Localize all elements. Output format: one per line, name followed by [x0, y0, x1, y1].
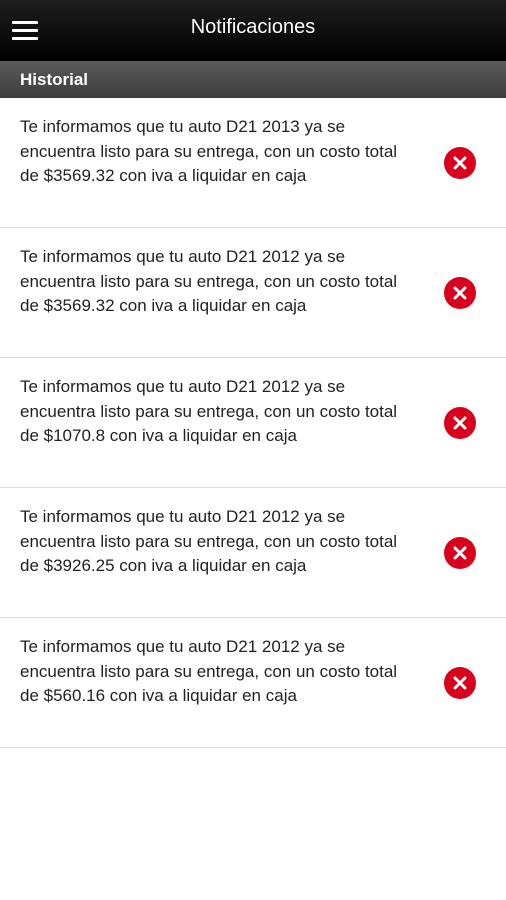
notification-item: Te informamos que tu auto D21 2012 ya se… — [0, 618, 506, 748]
close-icon — [453, 546, 467, 559]
delete-notification-button[interactable] — [444, 406, 476, 439]
notification-list: Te informamos que tu auto D21 2013 ya se… — [0, 98, 506, 748]
close-icon — [453, 156, 467, 169]
delete-notification-button[interactable] — [444, 146, 476, 179]
notification-text: Te informamos que tu auto D21 2012 ya se… — [20, 247, 398, 315]
page-title: Notificaciones — [190, 16, 316, 38]
notification-text: Te informamos que tu auto D21 2012 ya se… — [20, 507, 398, 575]
notification-text: Te informamos que tu auto D21 2012 ya se… — [20, 377, 398, 445]
close-icon — [453, 676, 467, 689]
close-icon — [453, 286, 467, 299]
notification-item: Te informamos que tu auto D21 2012 ya se… — [0, 488, 506, 618]
notification-item: Te informamos que tu auto D21 2013 ya se… — [0, 98, 506, 228]
delete-notification-button[interactable] — [444, 536, 476, 569]
notification-text: Te informamos que tu auto D21 2013 ya se… — [20, 117, 398, 185]
close-icon — [453, 416, 467, 429]
delete-notification-button[interactable] — [444, 666, 476, 699]
notification-item: Te informamos que tu auto D21 2012 ya se… — [0, 228, 506, 358]
notification-item: Te informamos que tu auto D21 2012 ya se… — [0, 358, 506, 488]
app-bar: Notificaciones — [0, 0, 506, 61]
delete-notification-button[interactable] — [444, 276, 476, 309]
notification-text: Te informamos que tu auto D21 2012 ya se… — [20, 637, 398, 705]
section-header-historial: Historial — [0, 61, 506, 98]
